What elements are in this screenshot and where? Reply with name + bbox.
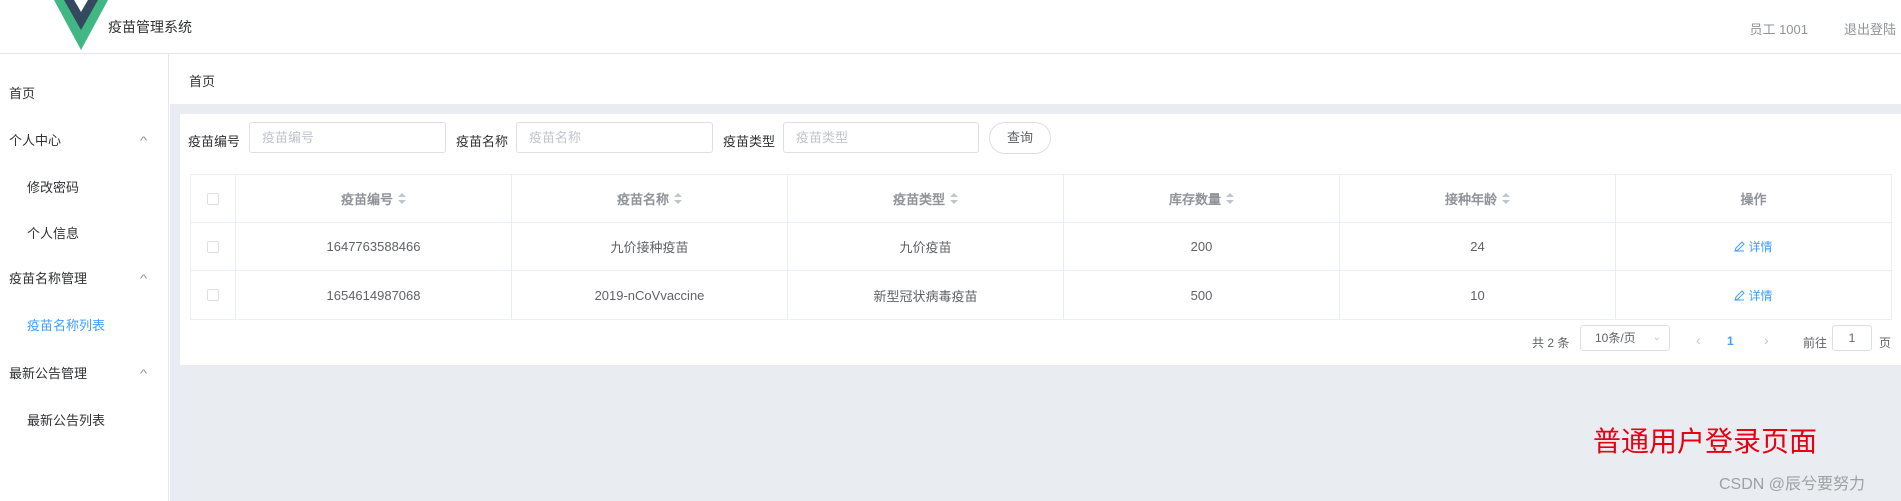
table-header-row: 疫苗编号 疫苗名称 疫苗类型 库存数量 接种年龄 操作: [191, 175, 1891, 223]
chevron-up-icon: ^: [139, 273, 148, 285]
cell-stock: 500: [1064, 271, 1340, 319]
vaccine-table: 疫苗编号 疫苗名称 疫苗类型 库存数量 接种年龄 操作 164776358846…: [190, 174, 1892, 320]
detail-label: 详情: [1748, 240, 1773, 254]
cell-name: 2019-nCoVvaccine: [512, 271, 788, 319]
sidebar-item-label: 个人中心: [9, 133, 62, 148]
page-size-value: 10条/页: [1595, 331, 1636, 345]
chevron-up-icon: ^: [139, 135, 148, 147]
row-select-cell: [191, 271, 236, 319]
column-header-name[interactable]: 疫苗名称: [512, 175, 788, 222]
cell-age: 24: [1340, 223, 1616, 270]
column-header-label: 疫苗编号: [340, 192, 393, 207]
sidebar-item-label: 个人信息: [27, 226, 80, 241]
sidebar-item-notice-list[interactable]: 最新公告列表: [0, 401, 168, 441]
sidebar-item-change-password[interactable]: 修改密码: [0, 168, 168, 208]
sidebar-item-label: 最新公告管理: [9, 366, 88, 381]
sort-icon[interactable]: [398, 192, 406, 205]
logout-link[interactable]: 退出登陆: [1844, 19, 1896, 38]
sidebar-item-label: 首页: [9, 86, 36, 101]
sidebar-item-vaccine-name-list[interactable]: 疫苗名称列表: [0, 306, 168, 346]
sidebar-item-vaccine-name-mgmt[interactable]: 疫苗名称管理 ^: [0, 259, 168, 299]
pagination-total: 共 2 条: [1532, 336, 1570, 350]
table-row: 1647763588466 九价接种疫苗 九价疫苗 200 24 详情: [191, 223, 1891, 271]
vaccine-name-label: 疫苗名称: [456, 134, 509, 149]
vaccine-name-input[interactable]: [516, 122, 713, 153]
column-header-label: 疫苗名称: [616, 192, 669, 207]
page-caption: 普通用户登录页面: [1593, 426, 1818, 457]
list-panel: 疫苗编号 疫苗名称 疫苗类型 查询 疫苗编号 疫苗名称 疫苗类型: [180, 114, 1901, 365]
sidebar-item-home[interactable]: 首页: [0, 74, 168, 114]
select-all-cell: [191, 175, 236, 222]
page-size-select[interactable]: 10条/页 ⌄: [1580, 325, 1670, 351]
sort-icon[interactable]: [1226, 192, 1234, 205]
row-checkbox[interactable]: [207, 240, 219, 253]
row-checkbox[interactable]: [207, 289, 219, 301]
chevron-up-icon: ^: [139, 368, 148, 380]
cell-type: 新型冠状病毒疫苗: [788, 271, 1064, 319]
column-header-stock[interactable]: 库存数量: [1064, 175, 1340, 222]
sidebar-item-notice-mgmt[interactable]: 最新公告管理 ^: [0, 354, 168, 394]
sidebar-item-label: 疫苗名称管理: [9, 271, 88, 286]
cell-name: 九价接种疫苗: [512, 223, 788, 270]
column-header-label: 接种年龄: [1444, 192, 1497, 207]
cell-actions: 详情: [1616, 271, 1891, 319]
sidebar-item-label: 疫苗名称列表: [27, 318, 106, 333]
column-header-type[interactable]: 疫苗类型: [788, 175, 1064, 222]
page-number-current[interactable]: 1: [1727, 334, 1734, 358]
query-button[interactable]: 查询: [989, 122, 1051, 154]
goto-page-input[interactable]: 1: [1832, 325, 1872, 351]
sidebar: 首页 个人中心 ^ 修改密码 个人信息 疫苗名称管理 ^ 疫苗名称列表 最新公告…: [0, 54, 169, 501]
vaccine-id-input[interactable]: [249, 122, 446, 153]
column-header-actions: 操作: [1616, 175, 1891, 222]
column-header-age[interactable]: 接种年龄: [1340, 175, 1616, 222]
current-user: 员工 1001: [1749, 22, 1808, 37]
vaccine-type-label: 疫苗类型: [723, 134, 776, 149]
cell-actions: 详情: [1616, 223, 1891, 270]
chevron-down-icon: ⌄: [1652, 332, 1661, 343]
edit-icon: [1734, 289, 1746, 301]
page-suffix-label: 页: [1879, 336, 1892, 350]
column-header-label: 疫苗类型: [892, 192, 945, 207]
edit-icon: [1734, 241, 1746, 252]
next-page-icon[interactable]: ›: [1764, 332, 1769, 356]
breadcrumb[interactable]: 首页: [189, 71, 215, 90]
sidebar-item-personal-center[interactable]: 个人中心 ^: [0, 121, 168, 161]
column-header-id[interactable]: 疫苗编号: [236, 175, 512, 222]
sidebar-item-label: 最新公告列表: [27, 413, 106, 428]
cell-stock: 200: [1064, 223, 1340, 270]
sort-icon[interactable]: [950, 192, 958, 205]
vue-logo-icon: [54, 0, 108, 50]
csdn-credit: CSDN @辰兮要努力: [1719, 476, 1866, 493]
sidebar-item-label: 修改密码: [27, 180, 80, 195]
vaccine-type-input[interactable]: [783, 122, 979, 153]
sort-icon[interactable]: [1502, 192, 1510, 205]
select-all-checkbox[interactable]: [207, 192, 219, 205]
table-row: 1654614987068 2019-nCoVvaccine 新型冠状病毒疫苗 …: [191, 271, 1891, 319]
sidebar-item-personal-info[interactable]: 个人信息: [0, 214, 168, 254]
sort-icon[interactable]: [674, 192, 682, 205]
breadcrumb-bar: 首页: [170, 54, 1901, 104]
top-header: 疫苗管理系统 员工 1001 退出登陆: [0, 0, 1901, 54]
cell-age: 10: [1340, 271, 1616, 319]
column-header-label: 操作: [1740, 192, 1767, 207]
row-select-cell: [191, 223, 236, 270]
detail-button[interactable]: 详情: [1734, 287, 1773, 304]
cell-id: 1647763588466: [236, 223, 512, 270]
detail-label: 详情: [1748, 288, 1773, 303]
detail-button[interactable]: 详情: [1734, 238, 1773, 255]
cell-id: 1654614987068: [236, 271, 512, 319]
prev-page-icon[interactable]: ‹: [1696, 332, 1701, 356]
app-title: 疫苗管理系统: [108, 19, 192, 35]
vaccine-id-label: 疫苗编号: [188, 134, 241, 149]
column-header-label: 库存数量: [1168, 192, 1221, 207]
goto-label: 前往: [1803, 336, 1828, 350]
cell-type: 九价疫苗: [788, 223, 1064, 270]
